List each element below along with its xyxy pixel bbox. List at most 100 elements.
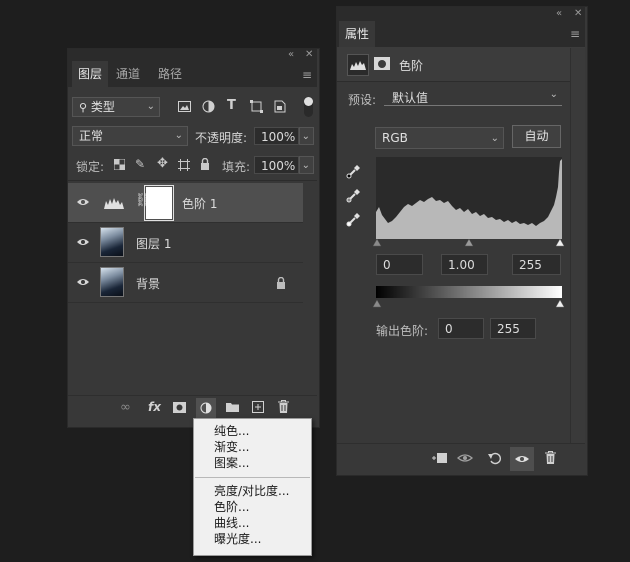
lock-all-icon[interactable] — [200, 158, 210, 170]
output-black-field[interactable]: 0 — [438, 318, 484, 339]
layer-name[interactable]: 背景 — [136, 275, 160, 292]
auto-button[interactable]: 自动 — [512, 125, 561, 148]
filter-icons: T — [176, 98, 296, 115]
input-white-slider-handle — [555, 238, 565, 247]
opacity-dropdown-button[interactable]: ⌄ — [299, 127, 314, 145]
layer-row-levels[interactable]: ⛓ 色阶 1 — [68, 183, 303, 223]
tab-layers[interactable]: 图层 — [72, 61, 109, 87]
white-point-eyedropper-icon[interactable] — [346, 211, 362, 227]
collapse-icon[interactable]: « — [556, 8, 562, 20]
tab-channels[interactable]: 通道 — [116, 61, 140, 87]
adjustment-icon — [200, 402, 212, 414]
filter-shape-icon[interactable] — [250, 100, 263, 113]
panel-menu-icon[interactable]: ≡ — [570, 27, 580, 41]
collapse-icon[interactable]: « — [288, 49, 294, 61]
view-previous-icon[interactable] — [457, 452, 475, 464]
opacity-input[interactable]: 100% — [254, 127, 299, 145]
divider — [68, 180, 317, 181]
output-levels-label: 输出色阶: — [376, 324, 429, 338]
filter-toggle[interactable] — [304, 97, 313, 117]
chevron-down-icon: ⌄ — [549, 89, 558, 100]
output-white-field[interactable]: 255 — [490, 318, 536, 339]
layer-row-background[interactable]: 背景 — [68, 263, 303, 303]
preset-label: 预设: — [348, 93, 377, 107]
close-icon[interactable]: ✕ — [574, 8, 582, 20]
layer-name[interactable]: 图层 1 — [136, 235, 171, 252]
properties-topbar: « ✕ — [337, 7, 585, 21]
filter-type-icon[interactable]: T — [227, 98, 236, 113]
eye-icon — [515, 456, 529, 462]
new-layer-icon[interactable] — [252, 401, 264, 413]
layer-mask-thumb[interactable] — [144, 185, 174, 221]
preset-dropdown[interactable]: 默认值 ⌄ — [384, 89, 562, 106]
filter-pixel-icon[interactable] — [178, 101, 191, 112]
trash-icon[interactable] — [278, 400, 289, 413]
properties-scrollbar[interactable] — [570, 48, 585, 443]
layer-row-layer1[interactable]: 图层 1 — [68, 223, 303, 263]
menu-item-brightness-contrast[interactable]: 亮度/对比度... — [214, 483, 290, 499]
chevron-down-icon: ⌄ — [301, 131, 310, 142]
visibility-eye-icon[interactable] — [76, 196, 90, 208]
lock-position-icon[interactable]: ✥ — [157, 156, 168, 171]
visibility-eye-icon[interactable] — [76, 236, 90, 248]
visibility-eye-icon[interactable] — [76, 276, 90, 288]
layers-tabbar: 图层 通道 路径 ≡ — [68, 61, 317, 87]
input-black-slider-handle — [372, 238, 382, 247]
link-icon[interactable]: ∞ — [120, 400, 131, 415]
blend-mode-dropdown[interactable]: 正常 ⌄ — [72, 126, 188, 146]
clip-to-layer-icon[interactable] — [431, 452, 447, 464]
reset-icon[interactable] — [488, 451, 502, 465]
lock-icon — [277, 277, 285, 289]
folder-icon[interactable] — [226, 402, 239, 412]
levels-histogram-icon — [104, 198, 124, 209]
input-black-field[interactable]: 0 — [376, 254, 423, 275]
output-black-slider-handle — [372, 299, 382, 308]
adjustment-menu: 纯色... 渐变... 图案... 亮度/对比度... 色阶... 曲线... … — [193, 418, 312, 556]
black-point-eyedropper-icon[interactable] — [346, 163, 362, 179]
trash-icon[interactable] — [545, 451, 556, 464]
mask-icon[interactable] — [173, 402, 186, 413]
output-gradient — [376, 286, 562, 298]
search-icon: ⚲ — [79, 101, 88, 114]
layer-thumbnail — [100, 227, 124, 257]
menu-item-pattern[interactable]: 图案... — [214, 455, 249, 471]
opacity-label: 不透明度: — [195, 131, 248, 145]
layer-filter-dropdown[interactable]: ⚲ 类型 ⌄ — [72, 97, 160, 117]
chevron-down-icon: ⌄ — [301, 160, 310, 171]
fill-dropdown-button[interactable]: ⌄ — [299, 156, 314, 174]
menu-item-exposure[interactable]: 曝光度... — [214, 531, 261, 547]
chevron-down-icon: ⌄ — [490, 133, 499, 144]
tab-properties[interactable]: 属性 — [339, 21, 376, 47]
filter-smartobject-icon[interactable] — [274, 100, 286, 113]
close-icon[interactable]: ✕ — [305, 49, 313, 61]
lock-artboard-icon[interactable] — [178, 159, 190, 171]
tab-paths[interactable]: 路径 — [158, 61, 182, 87]
fx-icon[interactable]: fx — [148, 400, 161, 414]
mask-button[interactable] — [374, 57, 390, 70]
visibility-toggle-button[interactable] — [510, 447, 534, 471]
input-gamma-field[interactable]: 1.00 — [441, 254, 488, 275]
menu-separator — [195, 477, 310, 478]
chevron-down-icon: ⌄ — [174, 130, 183, 141]
menu-item-solid-color[interactable]: 纯色... — [214, 423, 249, 439]
input-white-field[interactable]: 255 — [512, 254, 561, 275]
levels-icon-button[interactable] — [347, 54, 369, 76]
menu-item-gradient[interactable]: 渐变... — [214, 439, 249, 455]
levels-histogram-icon — [350, 61, 366, 70]
chevron-down-icon: ⌄ — [146, 101, 155, 112]
fill-label: 填充: — [222, 160, 251, 174]
properties-bottom-bar — [337, 443, 585, 474]
fill-input[interactable]: 100% — [254, 156, 299, 174]
layer-name[interactable]: 色阶 1 — [182, 195, 217, 212]
levels-histogram — [376, 157, 562, 239]
channel-dropdown[interactable]: RGB ⌄ — [375, 127, 504, 149]
adjustment-icon-button[interactable] — [196, 398, 216, 418]
lock-transparent-icon[interactable] — [114, 159, 125, 170]
channel-value: RGB — [382, 131, 408, 145]
lock-pixels-icon[interactable]: ✎ — [135, 157, 145, 171]
menu-item-levels[interactable]: 色阶... — [214, 499, 249, 515]
panel-menu-icon[interactable]: ≡ — [302, 68, 312, 82]
filter-adjustment-icon[interactable] — [202, 100, 215, 113]
menu-item-curves[interactable]: 曲线... — [214, 515, 249, 531]
gray-point-eyedropper-icon[interactable] — [346, 187, 362, 203]
